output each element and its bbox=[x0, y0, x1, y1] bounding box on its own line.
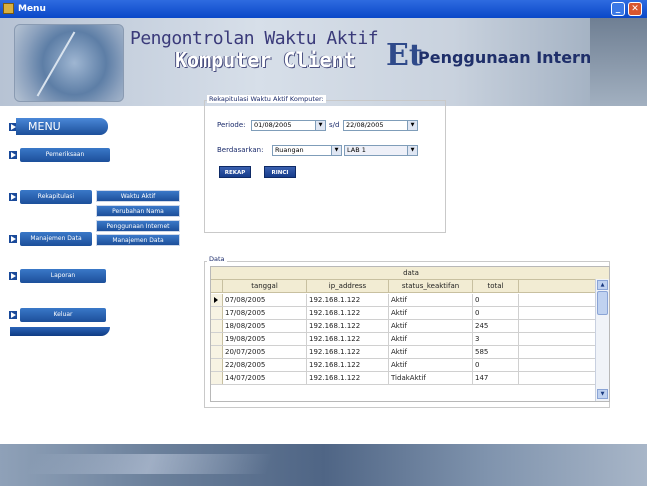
cell-tanggal: 20/07/2005 bbox=[223, 346, 307, 358]
cell-tanggal: 07/08/2005 bbox=[223, 294, 307, 306]
header-banner: Pengontrolan Waktu Aktif Komputer Client… bbox=[0, 18, 647, 106]
menu-title: MENU bbox=[16, 118, 108, 135]
globe-image bbox=[14, 24, 124, 102]
table-row[interactable]: 19/08/2005 192.168.1.122 Aktif 3 bbox=[211, 333, 609, 346]
cell-status: Aktif bbox=[389, 320, 473, 332]
cell-total: 0 bbox=[473, 307, 519, 319]
title-bar: Menu _ ✕ bbox=[0, 0, 647, 18]
berdasarkan-label: Berdasarkan: bbox=[217, 146, 264, 154]
rinci-button[interactable]: RINCI bbox=[264, 166, 296, 178]
row-pointer-icon bbox=[211, 294, 223, 306]
chevron-down-icon[interactable]: ▼ bbox=[315, 121, 325, 130]
menu-item-rekapitulasi[interactable]: Rekapitulasi bbox=[20, 190, 92, 204]
menu-item-manajemen-data[interactable]: Manajemen Data bbox=[20, 232, 92, 246]
cell-total: 147 bbox=[473, 372, 519, 384]
lab-select[interactable]: LAB 1 ▼ bbox=[344, 145, 418, 156]
data-legend: Data bbox=[207, 255, 227, 263]
arrow-icon bbox=[8, 271, 18, 281]
cell-status: TidakAktif bbox=[389, 372, 473, 384]
cell-tanggal: 22/08/2005 bbox=[223, 359, 307, 371]
window-title: Menu bbox=[18, 4, 46, 14]
cell-total: 3 bbox=[473, 333, 519, 345]
periode-label: Periode: bbox=[217, 121, 246, 129]
submenu-item-penggunaan-internet[interactable]: Penggunaan Internet bbox=[96, 220, 180, 232]
table-row[interactable]: 20/07/2005 192.168.1.122 Aktif 585 bbox=[211, 346, 609, 359]
chevron-down-icon[interactable]: ▼ bbox=[407, 146, 417, 155]
cell-tanggal: 17/08/2005 bbox=[223, 307, 307, 319]
footer-banner bbox=[0, 444, 647, 486]
menu-item-keluar[interactable]: Keluar bbox=[20, 308, 106, 322]
menu-item-pemeriksaan[interactable]: Pemeriksaan bbox=[20, 148, 110, 162]
cell-status: Aktif bbox=[389, 333, 473, 345]
banner-right-image bbox=[590, 18, 647, 106]
cell-tanggal: 14/07/2005 bbox=[223, 372, 307, 384]
table-row[interactable]: 07/08/2005 192.168.1.122 Aktif 0 bbox=[211, 294, 609, 307]
minimize-button[interactable]: _ bbox=[611, 2, 625, 16]
cell-ip-address: 192.168.1.122 bbox=[307, 372, 389, 384]
cell-ip-address: 192.168.1.122 bbox=[307, 320, 389, 332]
sd-label: s/d bbox=[329, 121, 340, 129]
cell-ip-address: 192.168.1.122 bbox=[307, 294, 389, 306]
cell-ip-address: 192.168.1.122 bbox=[307, 307, 389, 319]
table-row[interactable]: 17/08/2005 192.168.1.122 Aktif 0 bbox=[211, 307, 609, 320]
date-from-select[interactable]: 01/08/2005 ▼ bbox=[251, 120, 326, 131]
vertical-scrollbar[interactable]: ▲ ▼ bbox=[595, 279, 609, 401]
cell-ip-address: 192.168.1.122 bbox=[307, 346, 389, 358]
table-row[interactable]: 18/08/2005 192.168.1.122 Aktif 245 bbox=[211, 320, 609, 333]
grid-header: tanggal ip_address status_keaktifan tota… bbox=[211, 280, 609, 293]
banner-title-line1: Pengontrolan Waktu Aktif bbox=[130, 28, 379, 49]
submenu-item-manajemen-data[interactable]: Manajemen Data bbox=[96, 234, 180, 246]
table-row[interactable]: 22/08/2005 192.168.1.122 Aktif 0 bbox=[211, 359, 609, 372]
arrow-icon bbox=[8, 310, 18, 320]
cell-tanggal: 19/08/2005 bbox=[223, 333, 307, 345]
data-grid[interactable]: data tanggal ip_address status_keaktifan… bbox=[210, 266, 610, 402]
grid-caption: data bbox=[211, 267, 609, 280]
cell-total: 0 bbox=[473, 359, 519, 371]
date-to-select[interactable]: 22/08/2005 ▼ bbox=[343, 120, 418, 131]
cell-ip-address: 192.168.1.122 bbox=[307, 333, 389, 345]
cell-status: Aktif bbox=[389, 294, 473, 306]
banner-title-line3: Penggunaan Internet bbox=[418, 48, 610, 67]
berdasarkan-value: Ruangan bbox=[275, 146, 304, 154]
submenu-item-waktu-aktif[interactable]: Waktu Aktif bbox=[96, 190, 180, 202]
cell-total: 0 bbox=[473, 294, 519, 306]
submenu-item-perubahan-nama[interactable]: Perubahan Nama bbox=[96, 205, 180, 217]
table-row[interactable]: 14/07/2005 192.168.1.122 TidakAktif 147 bbox=[211, 372, 609, 385]
banner-title-line2: Komputer Client bbox=[175, 48, 356, 72]
cell-tanggal: 18/08/2005 bbox=[223, 320, 307, 332]
close-icon: ✕ bbox=[631, 4, 639, 14]
cell-ip-address: 192.168.1.122 bbox=[307, 359, 389, 371]
form-legend: Rekapitulasi Waktu Aktif Komputer: bbox=[207, 95, 326, 103]
column-header-ip-address[interactable]: ip_address bbox=[307, 280, 389, 292]
date-from-value: 01/08/2005 bbox=[254, 121, 292, 129]
cell-total: 245 bbox=[473, 320, 519, 332]
minimize-icon: _ bbox=[615, 4, 621, 14]
menu-item-laporan[interactable]: Laporan bbox=[20, 269, 106, 283]
lab-value: LAB 1 bbox=[347, 146, 366, 154]
column-header-tanggal[interactable]: tanggal bbox=[223, 280, 307, 292]
arrow-icon bbox=[8, 192, 18, 202]
cell-status: Aktif bbox=[389, 307, 473, 319]
column-header-total[interactable]: total bbox=[473, 280, 519, 292]
cell-status: Aktif bbox=[389, 359, 473, 371]
chevron-down-icon[interactable]: ▼ bbox=[407, 121, 417, 130]
close-button[interactable]: ✕ bbox=[628, 2, 642, 16]
scroll-down-icon[interactable]: ▼ bbox=[597, 389, 608, 399]
cell-total: 585 bbox=[473, 346, 519, 358]
scroll-up-icon[interactable]: ▲ bbox=[597, 280, 608, 290]
scrollbar-thumb[interactable] bbox=[597, 291, 608, 315]
berdasarkan-select[interactable]: Ruangan ▼ bbox=[272, 145, 342, 156]
cell-status: Aktif bbox=[389, 346, 473, 358]
app-icon bbox=[3, 3, 14, 14]
arrow-icon bbox=[8, 150, 18, 160]
date-to-value: 22/08/2005 bbox=[346, 121, 384, 129]
chevron-down-icon[interactable]: ▼ bbox=[331, 146, 341, 155]
column-header-status-keaktifan[interactable]: status_keaktifan bbox=[389, 280, 473, 292]
rekap-button[interactable]: REKAP bbox=[219, 166, 251, 178]
arrow-icon bbox=[8, 234, 18, 244]
menu-decoration bbox=[10, 327, 110, 336]
